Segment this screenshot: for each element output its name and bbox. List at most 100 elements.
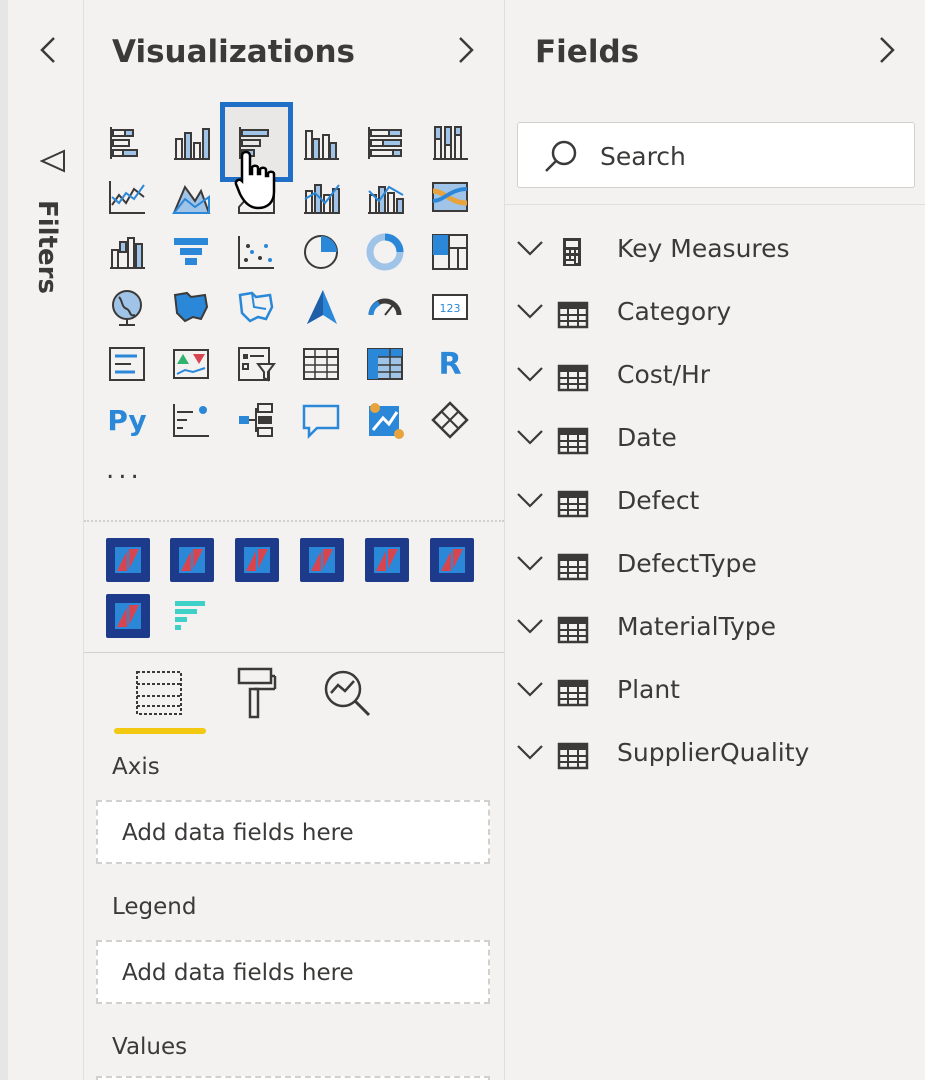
custom-visual-icon[interactable] — [106, 538, 150, 582]
qna-visual-icon[interactable] — [298, 397, 344, 443]
field-table-name: Defect — [617, 486, 700, 515]
tab-analytics[interactable] — [312, 658, 382, 728]
azure-map-icon[interactable] — [298, 284, 344, 330]
fields-title: Fields — [535, 34, 640, 70]
calculator-icon — [557, 236, 587, 272]
fields-pane: Fields Key Measures Category Cost/Hr Date De… — [505, 0, 925, 1080]
custom-visual-icon[interactable] — [430, 538, 474, 582]
funnel-chart-icon[interactable] — [168, 229, 214, 275]
card-icon[interactable]: 123 — [427, 284, 473, 330]
line-and-stacked-column-chart-icon[interactable] — [298, 174, 344, 220]
chevron-down-icon[interactable] — [515, 490, 545, 514]
expand-chevron-icon[interactable] — [873, 32, 901, 68]
field-table-name: Plant — [617, 675, 680, 704]
hand-cursor-icon — [234, 148, 278, 216]
table-icon — [557, 551, 589, 587]
ribbon-chart-icon[interactable] — [427, 174, 473, 220]
matrix-icon[interactable] — [362, 341, 408, 387]
field-table-row[interactable]: Defect — [505, 476, 925, 534]
field-table-name: SupplierQuality — [617, 738, 810, 767]
field-table-row[interactable]: MaterialType — [505, 602, 925, 660]
axis-well-label: Axis — [112, 754, 160, 780]
custom-visual-icon[interactable] — [106, 594, 150, 638]
slicer-icon[interactable] — [233, 341, 279, 387]
filters-pane[interactable]: Filters — [0, 0, 84, 1080]
fields-search-box[interactable] — [517, 122, 915, 188]
table-icon — [557, 488, 589, 524]
legend-drop-zone[interactable]: Add data fields here — [96, 940, 490, 1004]
line-and-clustered-column-chart-icon[interactable] — [362, 174, 408, 220]
chevron-down-icon[interactable] — [515, 364, 545, 388]
field-table-name: Cost/Hr — [617, 360, 711, 389]
stacked-column-chart-icon[interactable] — [168, 120, 214, 166]
pie-chart-icon[interactable] — [298, 229, 344, 275]
section-divider — [84, 520, 504, 522]
stacked-bar-chart-icon[interactable] — [104, 120, 150, 166]
filled-map-icon[interactable] — [168, 284, 214, 330]
table-visual-icon[interactable] — [298, 341, 344, 387]
power-apps-visual-icon[interactable] — [427, 397, 473, 443]
chevron-down-icon[interactable] — [515, 553, 545, 577]
clustered-column-chart-icon[interactable] — [298, 120, 344, 166]
custom-visual-icon[interactable] — [170, 538, 214, 582]
custom-bar-visual-icon[interactable] — [168, 592, 214, 638]
expand-chevron-icon[interactable] — [452, 32, 480, 68]
custom-visual-icon[interactable] — [235, 538, 279, 582]
active-tab-indicator — [114, 728, 206, 734]
donut-chart-icon[interactable] — [362, 229, 408, 275]
field-table-row[interactable]: Key Measures — [505, 224, 925, 282]
custom-visual-icon[interactable] — [300, 538, 344, 582]
multi-row-card-icon[interactable] — [104, 341, 150, 387]
field-table-row[interactable]: Date — [505, 413, 925, 471]
search-icon — [542, 137, 580, 179]
custom-visual-icon[interactable] — [365, 538, 409, 582]
field-table-row[interactable]: Category — [505, 287, 925, 345]
field-table-row[interactable]: Plant — [505, 665, 925, 723]
python-visual-label: Py — [107, 403, 147, 437]
smart-narrative-icon[interactable] — [362, 397, 408, 443]
area-chart-icon[interactable] — [168, 174, 214, 220]
gauge-icon[interactable] — [362, 284, 408, 330]
kpi-icon[interactable] — [168, 341, 214, 387]
chevron-down-icon[interactable] — [515, 301, 545, 325]
treemap-icon[interactable] — [427, 229, 473, 275]
table-icon — [557, 677, 589, 713]
chevron-down-icon[interactable] — [515, 427, 545, 451]
100-stacked-bar-chart-icon[interactable] — [362, 120, 408, 166]
collapse-chevron-icon[interactable] — [34, 32, 62, 68]
r-script-visual-icon[interactable]: R — [427, 341, 473, 387]
chevron-down-icon[interactable] — [515, 679, 545, 703]
table-icon — [557, 740, 589, 776]
chevron-down-icon[interactable] — [515, 742, 545, 766]
python-visual-icon[interactable]: Py — [104, 397, 150, 443]
section-divider — [505, 204, 925, 205]
chevron-down-icon[interactable] — [515, 616, 545, 640]
field-table-row[interactable]: DefectType — [505, 539, 925, 597]
visualizations-title: Visualizations — [112, 34, 355, 70]
visualizations-pane: Visualizations 123 R Py ... Axis Add dat… — [84, 0, 505, 1080]
field-table-row[interactable]: Cost/Hr — [505, 350, 925, 408]
table-icon — [557, 614, 589, 650]
line-chart-icon[interactable] — [104, 174, 150, 220]
waterfall-chart-icon[interactable] — [104, 229, 150, 275]
axis-drop-zone[interactable]: Add data fields here — [96, 800, 490, 864]
map-icon[interactable] — [104, 284, 150, 330]
100-stacked-column-chart-icon[interactable] — [427, 120, 473, 166]
table-icon — [557, 425, 589, 461]
search-input[interactable] — [600, 139, 890, 173]
values-well-label: Values — [112, 1034, 188, 1060]
axis-drop-zone-placeholder: Add data fields here — [122, 820, 354, 846]
key-influencers-icon[interactable] — [168, 397, 214, 443]
scatter-chart-icon[interactable] — [233, 229, 279, 275]
field-table-row[interactable]: SupplierQuality — [505, 728, 925, 786]
filters-label[interactable]: Filters — [32, 200, 62, 310]
field-table-name: DefectType — [617, 549, 757, 578]
values-drop-zone[interactable] — [96, 1076, 490, 1080]
chevron-down-icon[interactable] — [515, 238, 545, 262]
more-visuals-ellipsis[interactable]: ... — [106, 455, 143, 485]
tab-fields[interactable] — [124, 658, 194, 728]
legend-well-label: Legend — [112, 894, 197, 920]
decomposition-tree-icon[interactable] — [233, 397, 279, 443]
shape-map-icon[interactable] — [233, 284, 279, 330]
tab-format[interactable] — [219, 658, 289, 728]
